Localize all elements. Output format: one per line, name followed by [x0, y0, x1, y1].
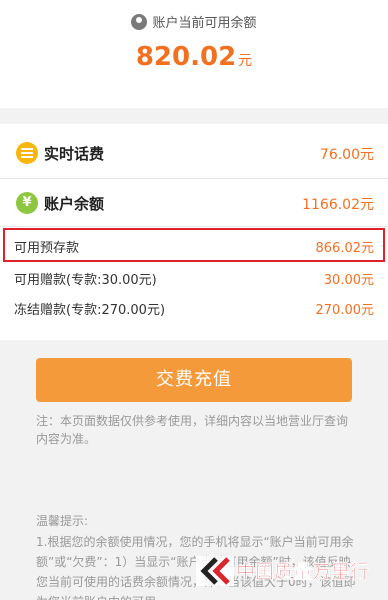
- detail-value: 30.00元: [323, 273, 374, 288]
- detail-label: 冻结赠款(专款:270.00元): [14, 303, 166, 318]
- realtime-fee-label: 实时话费: [44, 145, 105, 163]
- balance-label: 账户当前可用余额: [152, 16, 257, 31]
- balance-unit: 元: [238, 53, 253, 69]
- user-group-icon: [131, 14, 148, 30]
- detail-value: 866.02元: [315, 241, 375, 256]
- detail-row-frozen: 冻结赠款(专款:270.00元) 270.00元: [0, 292, 388, 322]
- balance-value: 820.02: [135, 42, 237, 72]
- detail-value: 270.00元: [315, 303, 375, 318]
- coin-stack-icon: [16, 142, 38, 164]
- realtime-fee-row[interactable]: 实时话费 76.00元: [0, 128, 388, 176]
- account-balance-value: 1166.02元: [302, 197, 374, 213]
- detail-row-bonus: 可用赠款(专款:30.00元) 30.00元: [0, 262, 388, 292]
- balance-header: 账户当前可用余额 820.02 元: [0, 0, 388, 108]
- watermark-text: 中国质量万里行: [236, 561, 370, 583]
- divider: [0, 226, 388, 227]
- yen-icon: ¥: [16, 192, 38, 214]
- account-balance-label: 账户余额: [44, 195, 105, 213]
- recharge-button[interactable]: 交费充值: [36, 358, 352, 402]
- detail-label: 可用预存款: [14, 241, 80, 256]
- watermark-logo-icon: [196, 556, 234, 586]
- account-balance-row[interactable]: ¥ 账户余额 1166.02元: [0, 178, 388, 226]
- balance-amount: 820.02 元: [0, 42, 388, 72]
- balance-card: 实时话费 76.00元 ¥ 账户余额 1166.02元 可用预存款 866.02…: [0, 124, 388, 340]
- tips-title: 温馨提示:: [36, 514, 89, 528]
- notice-text: 注：本页面数据仅供参考使用，详细内容以当地营业厅查询内容为准。: [36, 414, 349, 446]
- watermark: 中国质量万里行: [196, 548, 382, 592]
- detail-row-prepaid: 可用预存款 866.02元: [0, 230, 388, 260]
- detail-label: 可用赠款(专款:30.00元): [14, 273, 157, 288]
- balance-label-row: 账户当前可用余额: [0, 12, 388, 31]
- realtime-fee-value: 76.00元: [319, 147, 374, 163]
